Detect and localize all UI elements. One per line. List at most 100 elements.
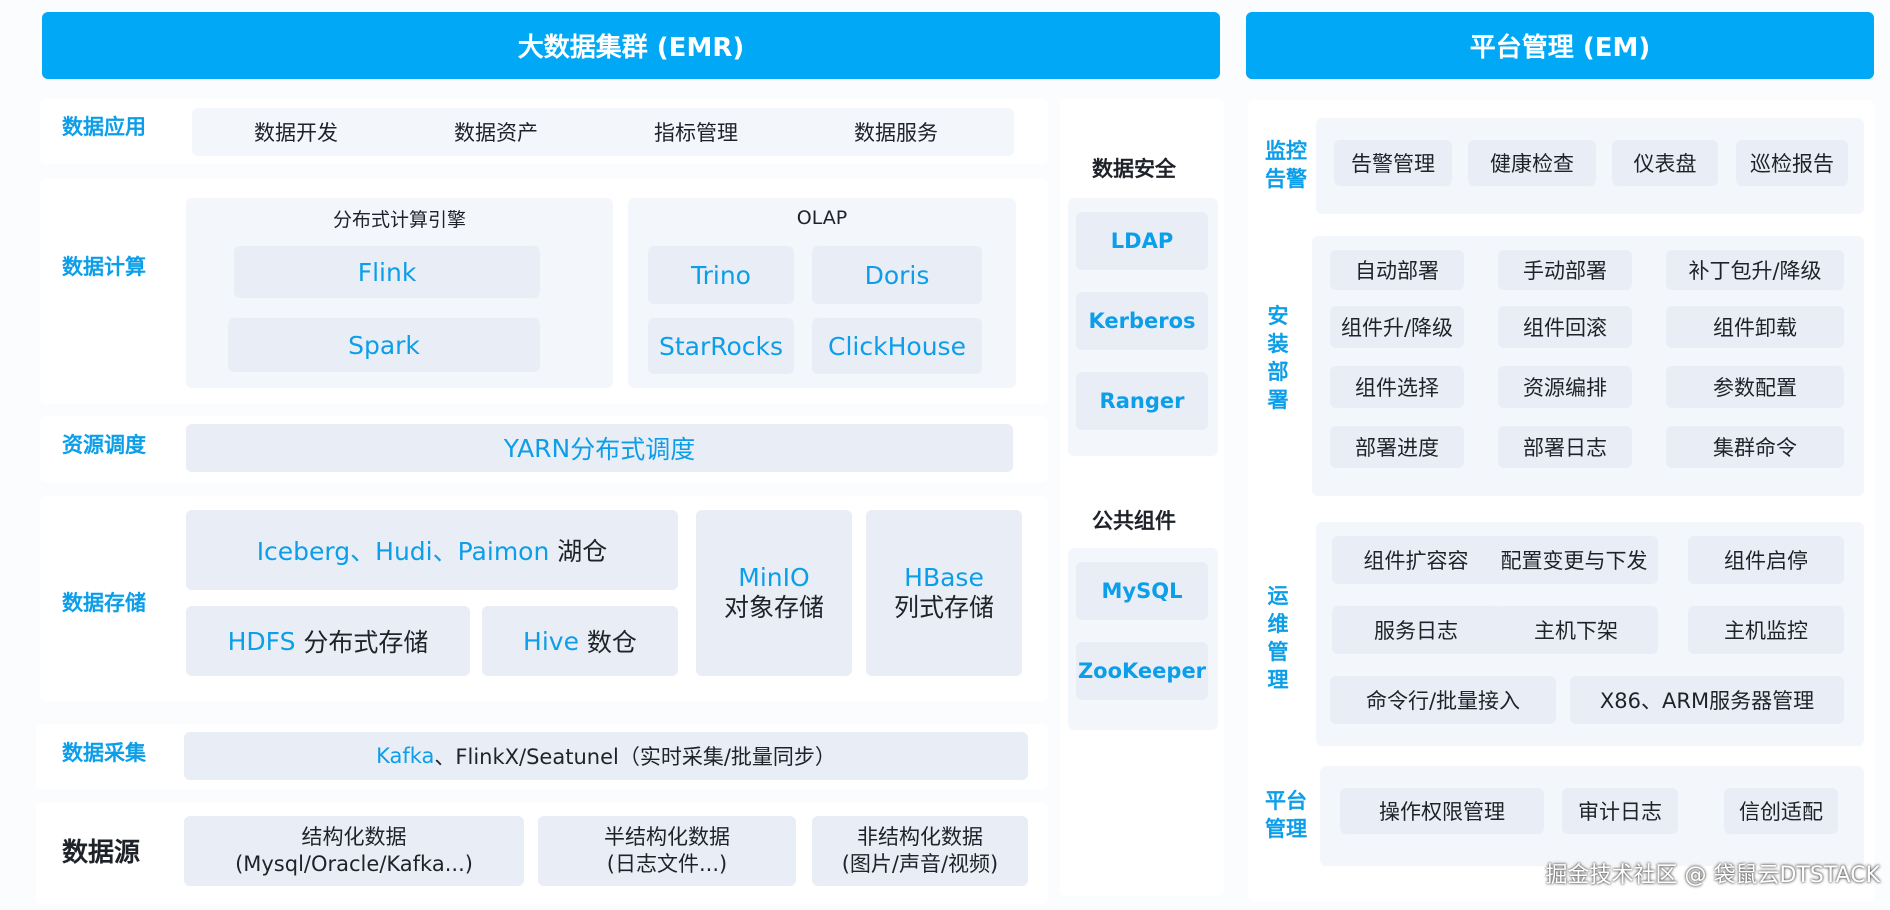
hive-main: Hive (523, 626, 579, 656)
ops-cli-batch: 命令行/批量接入 (1330, 676, 1556, 724)
hive-storage: Hive 数仓 (482, 606, 678, 676)
yarn-main: YARN (503, 433, 571, 463)
deploy-upgrade: 组件升/降级 (1330, 306, 1464, 348)
ops-label: 运 维 管 理 (1256, 580, 1300, 696)
app-item-dev: 数据开发 (254, 121, 338, 145)
monitor-health-check: 健康检查 (1468, 140, 1596, 186)
hbase-main: HBase (904, 563, 984, 592)
app-item-asset: 数据资产 (454, 121, 538, 145)
security-title: 数据安全 (1092, 157, 1176, 181)
deploy-manual: 手动部署 (1498, 250, 1632, 290)
minio-storage: MinIO 对象存储 (696, 510, 852, 676)
platform-audit-log: 审计日志 (1562, 788, 1678, 834)
hbase-sub: 列式存储 (893, 593, 994, 622)
source-unstructured: 非结构化数据 (图片/声音/视频) (812, 816, 1028, 886)
ops-label-char3: 管 (1267, 640, 1289, 664)
engine-spark: Spark (228, 318, 540, 372)
deploy-label-char3: 部 (1267, 360, 1289, 384)
hbase-storage: HBase 列式存储 (866, 510, 1022, 676)
minio-sub: 对象存储 (723, 593, 824, 622)
security-kerberos: Kerberos (1076, 292, 1208, 350)
source-structured-detail: (Mysql/Oracle/Kafka...) (235, 852, 473, 876)
common-title: 公共组件 (1092, 509, 1176, 533)
ops-label-char2: 维 (1267, 612, 1289, 636)
data-app-label: 数据应用 (62, 115, 146, 139)
compute-engine-title: 分布式计算引擎 (332, 208, 466, 231)
source-unstructured-detail: (图片/声音/视频) (841, 852, 999, 876)
yarn-sub: 分布式调度 (570, 435, 696, 464)
data-compute-label: 数据计算 (62, 255, 146, 279)
deploy-label-char1: 安 (1267, 304, 1289, 328)
app-item-metric: 指标管理 (654, 121, 738, 145)
ops-host-offline: 主机下架 (1494, 606, 1658, 654)
deploy-select: 组件选择 (1330, 366, 1464, 408)
deploy-config: 参数配置 (1666, 366, 1844, 408)
hdfs-sub: 分布式存储 (303, 628, 429, 657)
storage-label: 数据存储 (62, 591, 146, 615)
source-semi-title: 半结构化数据 (604, 825, 730, 849)
app-item-service: 数据服务 (854, 121, 938, 145)
monitor-alert-mgmt: 告警管理 (1334, 140, 1452, 186)
source-unstructured-title: 非结构化数据 (857, 825, 983, 849)
deploy-auto: 自动部署 (1330, 250, 1464, 290)
deploy-label-char2: 装 (1267, 332, 1289, 356)
olap-title: OLAP (796, 207, 848, 229)
lake-main: Iceberg、Hudi、Paimon (256, 537, 550, 566)
security-ldap: LDAP (1076, 212, 1208, 270)
ops-config-change: 配置变更与下发 (1490, 536, 1658, 584)
lake-storage: Iceberg、Hudi、Paimon 湖仓 (186, 510, 678, 590)
deploy-label: 安 装 部 署 (1256, 300, 1300, 416)
source-structured-title: 结构化数据 (301, 825, 407, 849)
olap-starrocks: StarRocks (648, 318, 794, 374)
deploy-label-char4: 署 (1267, 388, 1289, 412)
em-title: 平台管理 (EM) (1469, 33, 1651, 63)
monitor-dashboard: 仪表盘 (1612, 140, 1718, 186)
monitor-label: 监控 告警 (1256, 134, 1316, 196)
ops-service-log: 服务日志 (1332, 606, 1500, 654)
olap-trino: Trino (648, 246, 794, 304)
source-label: 数据源 (62, 837, 141, 868)
engine-flink: Flink (234, 246, 540, 298)
monitor-label-line1: 监控 (1265, 139, 1307, 163)
common-mysql: MySQL (1076, 562, 1208, 620)
deploy-log: 部署日志 (1498, 426, 1632, 468)
yarn-scheduler: YARN 分布式调度 (186, 424, 1013, 472)
source-semi-structured: 半结构化数据 (日志文件...) (538, 816, 796, 886)
lake-sub: 湖仓 (557, 537, 608, 566)
common-zookeeper: ZooKeeper (1076, 642, 1208, 700)
platform-label-line2: 管理 (1265, 817, 1307, 841)
ops-label-char1: 运 (1267, 584, 1289, 608)
hdfs-main: HDFS (227, 626, 296, 656)
source-semi-detail: (日志文件...) (606, 852, 728, 876)
deploy-orchestrate: 资源编排 (1498, 366, 1632, 408)
emr-header: 大数据集群 (EMR) (42, 12, 1220, 79)
monitor-label-line2: 告警 (1265, 167, 1307, 191)
deploy-patch: 补丁包升/降级 (1666, 250, 1844, 290)
ops-server-mgmt: X86、ARM服务器管理 (1570, 676, 1844, 724)
minio-main: MinIO (738, 563, 810, 592)
ops-label-char4: 理 (1267, 668, 1289, 692)
platform-xinchuang: 信创适配 (1724, 788, 1838, 834)
collect-tools: Kafka 、FlinkX/Seatunel（实时采集/批量同步） (184, 732, 1028, 780)
watermark: 掘金技术社区 @ 袋鼠云DTSTACK (1545, 863, 1880, 888)
platform-label: 平台 管理 (1256, 784, 1316, 846)
schedule-label: 资源调度 (62, 433, 146, 457)
em-header: 平台管理 (EM) (1246, 12, 1874, 79)
collect-label: 数据采集 (62, 741, 146, 765)
monitor-inspection-report: 巡检报告 (1736, 140, 1848, 186)
hive-sub: 数仓 (586, 628, 637, 657)
ops-scale: 组件扩容容 (1332, 536, 1500, 584)
olap-clickhouse: ClickHouse (812, 318, 982, 374)
hdfs-storage: HDFS 分布式存储 (186, 606, 470, 676)
deploy-progress: 部署进度 (1330, 426, 1464, 468)
platform-label-line1: 平台 (1265, 789, 1307, 813)
deploy-uninstall: 组件卸载 (1666, 306, 1844, 348)
emr-title: 大数据集群 (EMR) (517, 33, 745, 63)
collect-rest: 、FlinkX/Seatunel（实时采集/批量同步） (434, 745, 836, 769)
olap-doris: Doris (812, 246, 982, 304)
collect-kafka: Kafka (376, 744, 435, 768)
platform-permission: 操作权限管理 (1340, 788, 1544, 834)
security-ranger: Ranger (1076, 372, 1208, 430)
ops-start-stop: 组件启停 (1688, 536, 1844, 584)
source-structured: 结构化数据 (Mysql/Oracle/Kafka...) (184, 816, 524, 886)
